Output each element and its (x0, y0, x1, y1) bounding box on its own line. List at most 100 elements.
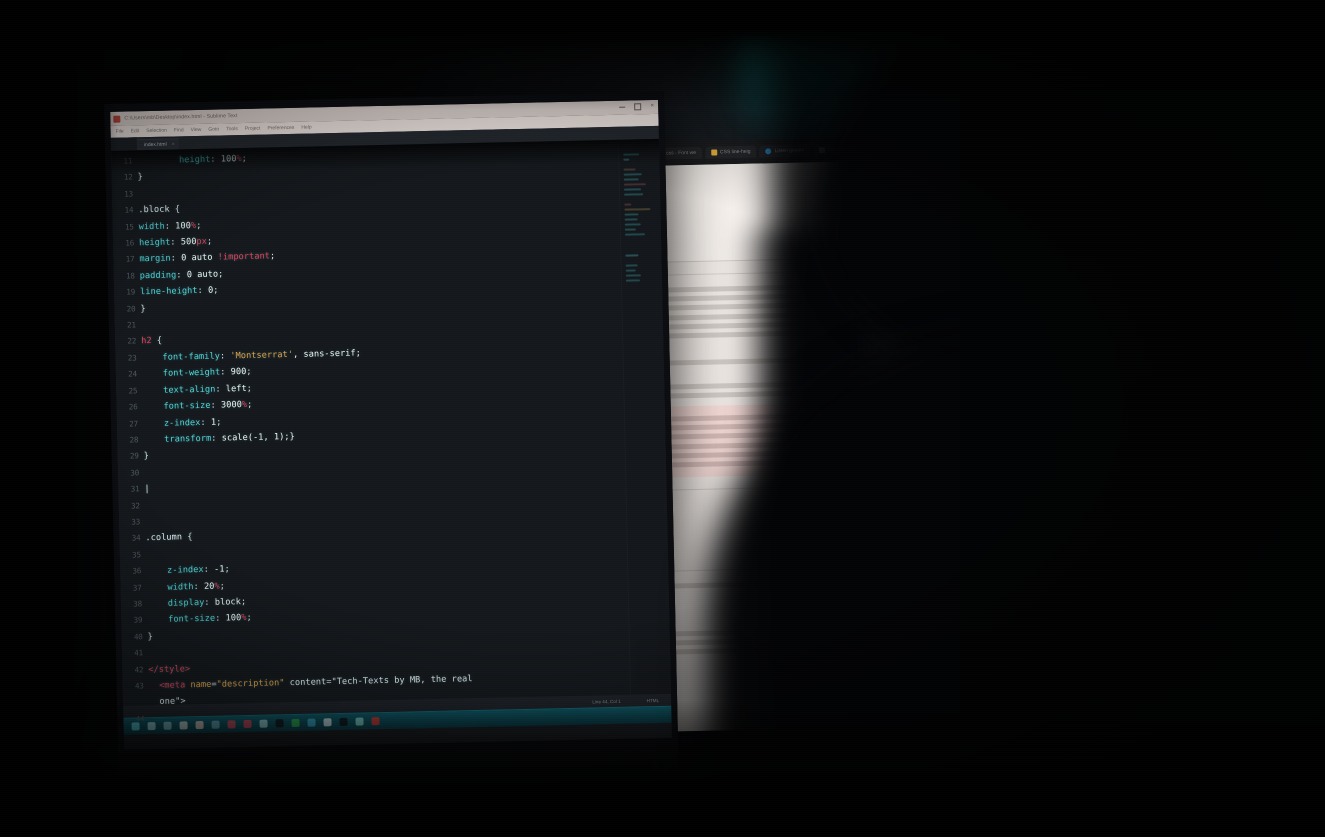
menu-item-edit[interactable]: Edit (131, 128, 140, 134)
article-paragraph (662, 281, 979, 339)
code-token: 500 (180, 237, 197, 248)
browser-tab[interactable]: Listen gesam (759, 144, 811, 158)
code-token: { (169, 204, 181, 215)
menu-item-file[interactable]: File (116, 129, 124, 135)
code-token: scale(-1, 1);} (221, 431, 295, 444)
browser-tab[interactable]: Bootstrap · T (813, 143, 864, 157)
window-controls[interactable]: × (619, 102, 655, 111)
code-token: width (138, 221, 165, 232)
code-token: text-align (163, 384, 216, 396)
divider (668, 563, 985, 572)
menu-item-selection[interactable]: Selection (146, 128, 167, 134)
code-token: : (211, 433, 222, 444)
editor-code-area[interactable]: 11 12 13 14 15 16 17 18 19 20 21 22 23 24 25 26 27 28 29 30… (111, 138, 672, 723)
menu-item-tools[interactable]: Tools (226, 126, 238, 132)
menu-item-project[interactable]: Project (245, 126, 261, 132)
code-token: { (181, 532, 193, 543)
editor-source-code[interactable]: height: 100%;} .block {width: 100%; heigh… (137, 139, 671, 705)
code-token: .block (138, 204, 170, 216)
code-token: ; (269, 251, 276, 262)
start-icon[interactable] (131, 722, 140, 731)
recorder-icon[interactable] (371, 717, 380, 726)
browser-tab-label: Neu Tab (872, 145, 891, 153)
chrome-icon[interactable] (195, 720, 204, 730)
close-icon[interactable]: × (651, 102, 655, 110)
search-icon[interactable] (147, 722, 156, 731)
terminal-icon[interactable] (275, 719, 284, 728)
editor-tab-label: index.html (143, 141, 167, 149)
menu-item-find[interactable]: Find (174, 127, 184, 133)
code-token: , sans-serif; (292, 348, 362, 360)
maximize-icon[interactable] (634, 102, 642, 110)
languages-label[interactable]: Sprachen (883, 248, 905, 254)
monitor-brand-logo: DELL (649, 761, 698, 780)
code-token: 100 (220, 154, 237, 165)
code-token: } (143, 451, 150, 462)
line-number: 18 (125, 271, 135, 281)
edge-icon[interactable] (179, 721, 188, 730)
code-token: | (144, 484, 150, 495)
code-token: } (140, 303, 146, 314)
code-icon[interactable] (259, 719, 268, 728)
line-number: 29 (129, 451, 139, 461)
code-token: ; (218, 269, 224, 280)
edit-button[interactable]: ✎ Bearbeiten (909, 243, 957, 257)
code-token: 0 auto (186, 269, 219, 281)
explorer-icon[interactable] (323, 718, 332, 727)
syntax-mode[interactable]: HTML (647, 698, 660, 703)
code-token: left (225, 383, 247, 395)
menu-item-preferences[interactable]: Preferences (267, 125, 294, 132)
monitor-screen[interactable]: C:\Users\mb\Desktop\index.html - Sublime… (110, 99, 672, 750)
browser-window[interactable]: css - Font we CSS line-heig Listen gesam… (645, 134, 998, 732)
code-token: font-family (162, 351, 221, 363)
article-actions[interactable]: 76 Sprachen ✎ Bearbeiten ★ (872, 242, 976, 258)
code-token: font-size (168, 614, 216, 626)
browser-tab[interactable]: CSS line-heig (704, 145, 757, 159)
code-token: : (164, 221, 176, 232)
code-token: ; (216, 417, 222, 428)
menu-item-goto[interactable]: Goto (208, 126, 219, 132)
code-token: transform (164, 433, 212, 445)
sublime-icon[interactable] (307, 718, 316, 727)
code-token: -1 (214, 564, 225, 575)
code-token: } (137, 172, 143, 183)
line-number: 23 (127, 353, 137, 363)
favicon-icon (765, 148, 772, 155)
menu-item-view[interactable]: View (191, 127, 202, 133)
line-number: 17 (125, 254, 135, 265)
browser-tab-new[interactable]: Neu Tab (865, 142, 897, 156)
code-token: font-weight (162, 367, 221, 380)
code-token: { (151, 336, 163, 347)
star-button[interactable]: ★ (961, 242, 976, 257)
code-token: : (210, 154, 221, 165)
minimize-icon[interactable] (619, 106, 626, 108)
code-token: 20 (203, 581, 215, 592)
computer-monitor: C:\Users\mb\Desktop\index.html - Sublime… (104, 91, 679, 776)
spotify-icon[interactable] (291, 718, 300, 728)
illustrator-icon[interactable] (243, 719, 252, 729)
editor-title-text: C:\Users\mb\Desktop\index.html - Sublime… (124, 113, 238, 122)
photoshop-icon[interactable] (227, 720, 236, 729)
code-token: : (215, 384, 226, 395)
line-number: 15 (124, 222, 134, 232)
close-icon[interactable]: × (172, 141, 175, 147)
mail-icon[interactable] (211, 720, 220, 729)
code-token: ; (247, 399, 253, 411)
vlc-icon[interactable] (339, 717, 348, 727)
line-number: 35 (131, 550, 141, 560)
folder-icon[interactable] (163, 721, 172, 730)
line-number: 27 (129, 418, 139, 429)
line-number: 28 (129, 435, 139, 445)
article-paragraph (664, 377, 980, 399)
code-token: .column (145, 532, 183, 544)
teal-light-strip (740, 0, 880, 125)
code-token: } (147, 631, 153, 642)
menu-item-help[interactable]: Help (301, 124, 311, 130)
code-token: : (203, 564, 215, 576)
settings-icon[interactable] (355, 717, 364, 726)
